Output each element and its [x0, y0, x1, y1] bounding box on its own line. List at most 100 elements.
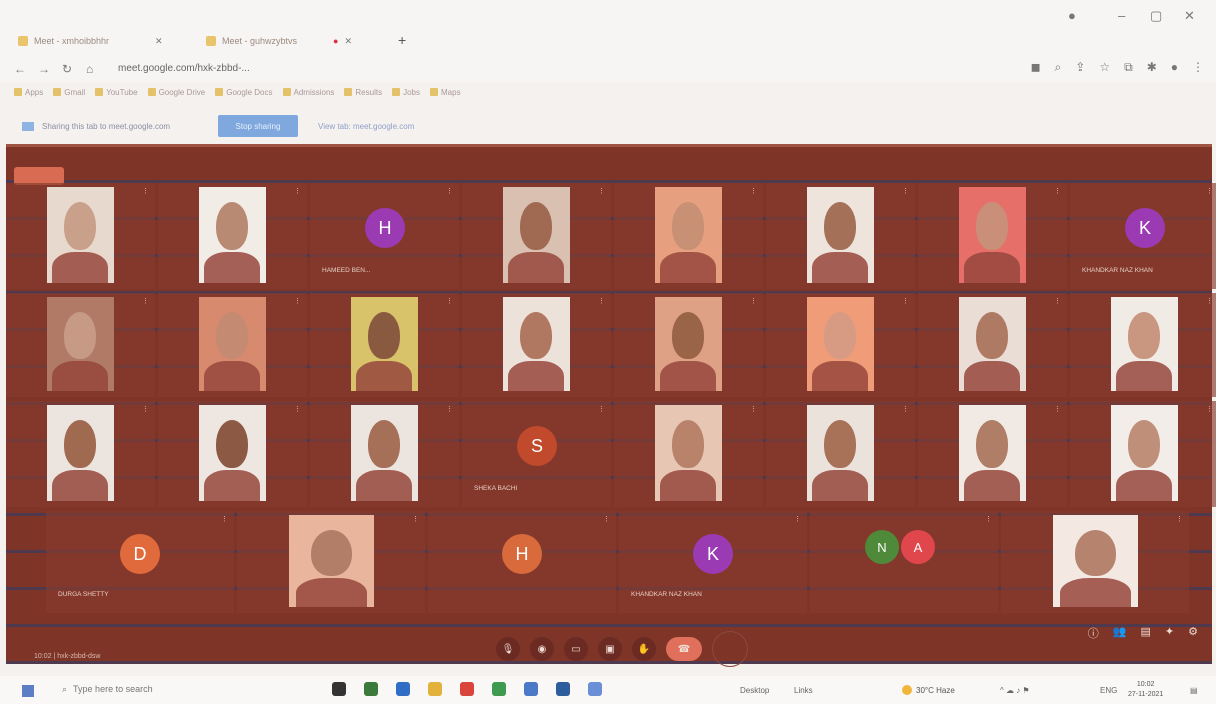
tile-options-icon[interactable]: ⋮: [1206, 297, 1213, 305]
back-icon[interactable]: ←: [14, 62, 26, 76]
tile-options-icon[interactable]: ⋮: [294, 297, 301, 305]
tile-options-icon[interactable]: ⋮: [902, 405, 909, 413]
participant-tile[interactable]: ⋮ K KHANDKAR NAZ KHAN: [619, 511, 807, 613]
participant-tile[interactable]: ⋮ H HAMEED BEN...: [310, 183, 459, 289]
tile-options-icon[interactable]: ⋮: [1054, 297, 1061, 305]
tile-options-icon[interactable]: ⋮: [142, 405, 149, 413]
raise-hand-icon[interactable]: ✋: [632, 637, 656, 661]
tile-options-icon[interactable]: ⋮: [750, 297, 757, 305]
tile-options-icon[interactable]: ⋮: [142, 297, 149, 305]
desktop-toolbar[interactable]: Desktop: [740, 686, 769, 695]
tray-icons[interactable]: ^ ☁ ♪ ⚑: [1000, 686, 1030, 695]
extension-icon[interactable]: ⧉: [1124, 60, 1133, 75]
tile-options-icon[interactable]: ⋮: [1206, 187, 1213, 195]
app-icon[interactable]: [492, 682, 506, 696]
tile-options-icon[interactable]: ⋮: [446, 297, 453, 305]
tile-options-icon[interactable]: ⋮: [750, 187, 757, 195]
participant-tile[interactable]: ⋮: [158, 293, 307, 397]
home-icon[interactable]: ⌂: [86, 62, 93, 76]
tile-options-icon[interactable]: ⋮: [446, 187, 453, 195]
participant-tile[interactable]: ⋮ S SHEKA BACHI: [462, 401, 611, 507]
tile-options-icon[interactable]: ⋮: [598, 187, 605, 195]
view-tab-link[interactable]: View tab: meet.google.com: [318, 122, 414, 131]
file-explorer-icon[interactable]: [428, 682, 442, 696]
zoom-icon[interactable]: ⌕: [1055, 60, 1062, 75]
info-icon[interactable]: ⓘ: [1088, 625, 1099, 641]
windows-start-icon[interactable]: [22, 685, 34, 697]
tile-options-icon[interactable]: ⋮: [1176, 515, 1183, 523]
end-call-icon[interactable]: ☎: [666, 637, 702, 661]
bookmark-item[interactable]: Apps: [14, 88, 43, 97]
tile-options-icon[interactable]: ⋮: [142, 187, 149, 195]
share-icon[interactable]: ⇪: [1075, 60, 1085, 75]
participant-tile[interactable]: ⋮: [918, 293, 1067, 397]
tile-options-icon[interactable]: ⋮: [446, 405, 453, 413]
links-toolbar[interactable]: Links: [794, 686, 813, 695]
clock[interactable]: 10:02 27-11-2021: [1128, 680, 1163, 700]
activities-icon[interactable]: ✦: [1165, 625, 1174, 641]
tile-options-icon[interactable]: ⋮: [1054, 405, 1061, 413]
camera-icon[interactable]: ◉: [530, 637, 554, 661]
maximize-icon[interactable]: ▢: [1150, 8, 1162, 24]
chat-icon[interactable]: ▤: [1141, 625, 1151, 641]
mail-icon[interactable]: [396, 682, 410, 696]
language-indicator[interactable]: ENG: [1100, 686, 1117, 695]
menu-icon[interactable]: ⋮: [1192, 60, 1204, 75]
host-controls-icon[interactable]: ⚙: [1188, 625, 1198, 641]
participant-tile[interactable]: ⋮: [462, 183, 611, 289]
participant-tile[interactable]: ⋮: [6, 183, 155, 289]
puzzle-icon[interactable]: ✱: [1147, 60, 1157, 75]
more-icon[interactable]: [712, 631, 748, 667]
bookmark-item[interactable]: Maps: [430, 88, 461, 97]
participant-tile[interactable]: ⋮: [614, 401, 763, 507]
bookmark-item[interactable]: Admissions: [282, 88, 334, 97]
participant-tile[interactable]: ⋮: [614, 293, 763, 397]
participant-tile[interactable]: ⋮: [6, 293, 155, 397]
bookmark-item[interactable]: YouTube: [95, 88, 138, 97]
participant-tile[interactable]: ⋮ N A: [810, 511, 998, 613]
reload-icon[interactable]: ↻: [62, 62, 72, 76]
participant-tile[interactable]: ⋮: [766, 401, 915, 507]
app-icon[interactable]: [364, 682, 378, 696]
participant-tile[interactable]: ⋮: [6, 401, 155, 507]
chrome-icon[interactable]: [460, 682, 474, 696]
participant-tile[interactable]: ⋮: [158, 183, 307, 289]
tile-options-icon[interactable]: ⋮: [294, 405, 301, 413]
bookmark-item[interactable]: Google Drive: [147, 88, 205, 97]
participant-tile[interactable]: ⋮: [1001, 511, 1189, 613]
participant-tile[interactable]: ⋮: [1070, 401, 1216, 507]
participant-tile[interactable]: ⋮: [766, 183, 915, 289]
tile-options-icon[interactable]: ⋮: [412, 515, 419, 523]
notification-icon[interactable]: ▤: [1190, 686, 1198, 695]
tile-options-icon[interactable]: ⋮: [902, 187, 909, 195]
close-window-icon[interactable]: ✕: [1184, 8, 1195, 24]
participant-tile[interactable]: ⋮: [158, 401, 307, 507]
mic-icon[interactable]: 🎙: [496, 637, 520, 661]
browser-tab[interactable]: Meet - xmhoibbhhr ✕: [18, 30, 163, 52]
tile-options-icon[interactable]: ⋮: [985, 515, 992, 523]
task-view-icon[interactable]: [332, 682, 346, 696]
close-tab-icon[interactable]: ✕: [344, 36, 352, 47]
url-field[interactable]: meet.google.com/hxk-zbbd-...: [118, 63, 250, 74]
tile-options-icon[interactable]: ⋮: [221, 515, 228, 523]
participant-tile[interactable]: ⋮: [614, 183, 763, 289]
new-tab-icon[interactable]: +: [398, 32, 406, 48]
weather-widget[interactable]: 30°C Haze: [902, 685, 955, 695]
app-icon[interactable]: [524, 682, 538, 696]
tile-options-icon[interactable]: ⋮: [603, 515, 610, 523]
tile-options-icon[interactable]: ⋮: [750, 405, 757, 413]
profile-avatar[interactable]: ●: [1171, 60, 1178, 75]
participant-tile[interactable]: ⋮: [310, 293, 459, 397]
tile-options-icon[interactable]: ⋮: [902, 297, 909, 305]
stop-sharing-button[interactable]: Stop sharing: [218, 115, 298, 137]
tile-options-icon[interactable]: ⋮: [794, 515, 801, 523]
camera-indicator-icon[interactable]: ◼: [1031, 60, 1041, 75]
participant-tile[interactable]: ⋮: [918, 183, 1067, 289]
bookmark-item[interactable]: Jobs: [392, 88, 420, 97]
participant-tile[interactable]: ⋮: [462, 293, 611, 397]
app-icon[interactable]: [556, 682, 570, 696]
participant-tile[interactable]: ⋮ H: [428, 511, 616, 613]
browser-tab-active[interactable]: Meet - guhwzybtvs ● ✕: [206, 30, 352, 52]
tile-options-icon[interactable]: ⋮: [598, 405, 605, 413]
participant-tile[interactable]: ⋮: [237, 511, 425, 613]
